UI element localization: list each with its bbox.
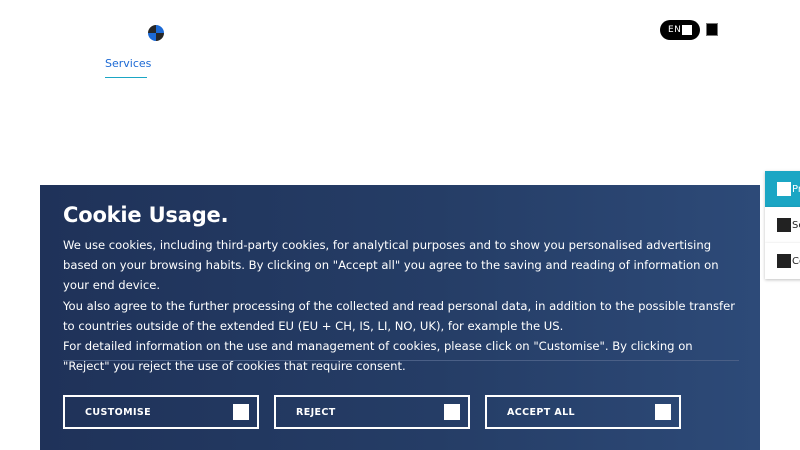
customise-button[interactable]: CUSTOMISE	[63, 395, 259, 429]
language-toggle[interactable]: EN	[660, 20, 700, 40]
toggle-knob	[682, 25, 692, 35]
customise-label: CUSTOMISE	[85, 406, 152, 418]
reject-button[interactable]: REJECT	[274, 395, 470, 429]
accept-all-label: ACCEPT ALL	[507, 406, 575, 418]
side-tab-icon	[777, 218, 791, 232]
cookie-paragraph: For detailed information on the use and …	[63, 339, 693, 374]
cookie-paragraph: You also agree to the further processing…	[63, 298, 736, 333]
side-tab-icon	[777, 182, 791, 196]
language-label: EN	[668, 25, 682, 35]
cookie-title: Cookie Usage.	[63, 203, 229, 227]
button-square-icon	[233, 404, 249, 420]
reject-label: REJECT	[296, 406, 336, 418]
side-tab-label: Pr	[792, 183, 800, 195]
nav-link-services[interactable]: Services	[105, 56, 151, 78]
side-tab-icon	[777, 254, 791, 268]
cookie-text: We use cookies, including third-party co…	[63, 235, 739, 376]
bmw-roundel-icon[interactable]	[148, 25, 164, 41]
button-square-icon	[444, 404, 460, 420]
side-tab-3[interactable]: Co	[765, 243, 800, 279]
cookie-paragraph: We use cookies, including third-party co…	[63, 238, 719, 293]
bag-icon[interactable]	[706, 23, 718, 36]
side-tab-label: Se	[792, 219, 800, 231]
divider	[63, 360, 739, 361]
accept-all-button[interactable]: ACCEPT ALL	[485, 395, 681, 429]
cookie-banner: Cookie Usage. We use cookies, including …	[40, 185, 760, 450]
button-square-icon	[655, 404, 671, 420]
side-tab-2[interactable]: Se	[765, 207, 800, 243]
side-tab-1[interactable]: Pr	[765, 171, 800, 207]
side-tab-label: Co	[792, 255, 800, 267]
